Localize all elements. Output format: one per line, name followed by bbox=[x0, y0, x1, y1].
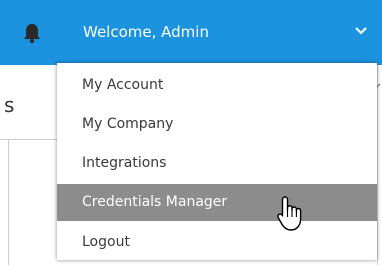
bell-icon[interactable] bbox=[21, 22, 43, 44]
menu-item-my-account[interactable]: My Account bbox=[57, 67, 377, 104]
user-dropdown-menu: My Account My Company Integrations Crede… bbox=[57, 63, 377, 260]
welcome-user-label[interactable]: Welcome, Admin bbox=[83, 20, 209, 44]
menu-item-integrations[interactable]: Integrations bbox=[57, 145, 377, 182]
background-right-border bbox=[377, 65, 378, 265]
menu-item-my-company[interactable]: My Company bbox=[57, 106, 377, 143]
background-heading-fragment: s bbox=[4, 93, 15, 117]
menu-item-logout[interactable]: Logout bbox=[57, 224, 377, 261]
background-left-border bbox=[8, 140, 9, 265]
menu-item-credentials-manager[interactable]: Credentials Manager bbox=[57, 184, 377, 221]
screen: s Welcome, Admin My Account My Company I… bbox=[0, 0, 382, 265]
chevron-down-icon[interactable] bbox=[354, 25, 368, 37]
top-header-bar: Welcome, Admin bbox=[0, 0, 382, 65]
